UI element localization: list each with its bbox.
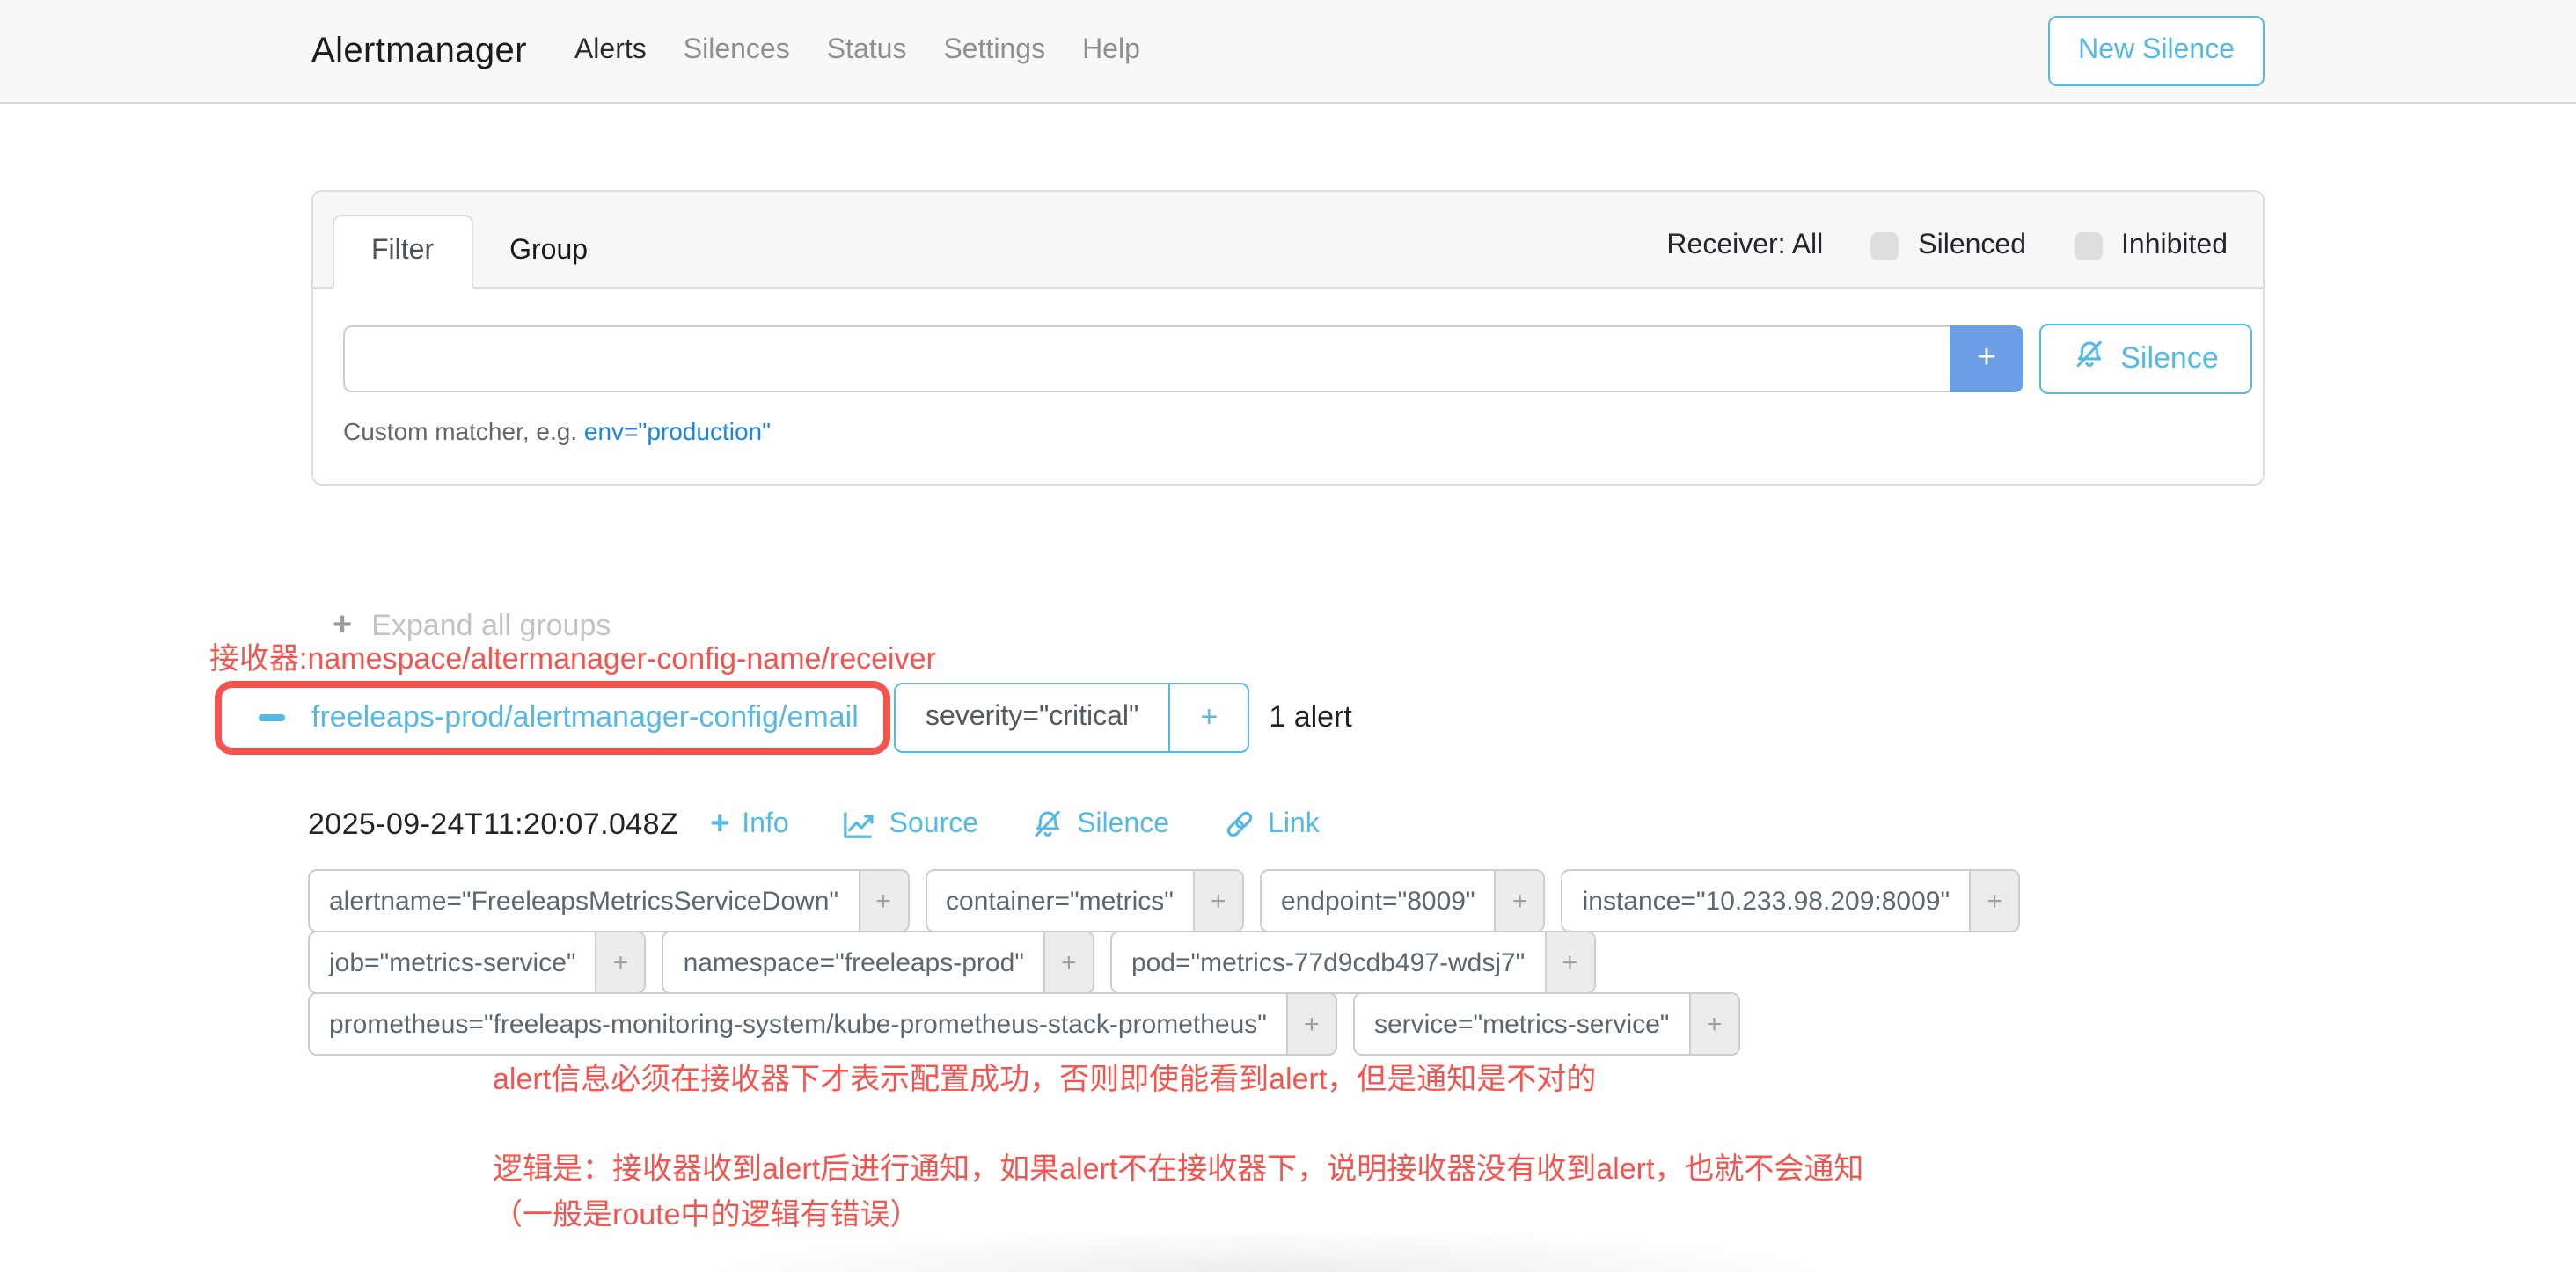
filter-card-header: Filter Group Receiver: All Silenced Inhi… (313, 192, 2263, 289)
hint-text: Custom matcher, e.g. (343, 417, 577, 445)
matcher-row: + Silence (343, 325, 2252, 394)
label-chip-service: service="metrics-service" + (1353, 992, 1740, 1056)
navbar-container: Alertmanager Alerts Silences Status Sett… (311, 16, 2265, 86)
nav-item-status[interactable]: Status (827, 35, 907, 67)
filter-card: Filter Group Receiver: All Silenced Inhi… (311, 190, 2265, 486)
link-icon (1222, 808, 1255, 841)
add-label-filter-button[interactable]: + (858, 871, 907, 931)
label-value: instance="10.233.98.209:8009" (1563, 871, 1970, 931)
label-value: service="metrics-service" (1355, 994, 1689, 1054)
add-label-filter-button[interactable]: + (1495, 871, 1544, 931)
label-value: container="metrics" (926, 871, 1193, 931)
alert-link-link[interactable]: Link (1222, 808, 1320, 841)
collapse-minus-icon[interactable] (259, 714, 285, 722)
alert-timestamp: 2025-09-24T11:20:07.048Z (308, 807, 678, 842)
receiver-group-row: freeleaps-prod/alertmanager-config/email… (215, 681, 1352, 755)
tab-filter[interactable]: Filter (333, 215, 472, 289)
nav-item-settings[interactable]: Settings (943, 35, 1045, 67)
filter-card-body: + Silence Custom matcher, e.g. (313, 289, 2263, 484)
matcher-hint: Custom matcher, e.g. env="production" (343, 417, 2252, 445)
group-matcher-label: severity="critical" (896, 684, 1168, 751)
add-label-filter-button[interactable]: + (1688, 994, 1738, 1054)
label-value: pod="metrics-77d9cdb497-wdsj7" (1112, 932, 1544, 992)
label-value: alertname="FreeleapsMetricsServiceDown" (310, 871, 858, 931)
label-value: endpoint="8009" (1262, 871, 1495, 931)
silence-button-label: Silence (2120, 341, 2219, 376)
receiver-filter[interactable]: Receiver: All (1666, 230, 1823, 261)
plus-icon: + (710, 810, 729, 838)
new-silence-button[interactable]: New Silence (2048, 16, 2265, 86)
source-link-label: Source (889, 808, 978, 840)
label-chip-pod: pod="metrics-77d9cdb497-wdsj7" + (1110, 931, 1595, 994)
app-title: Alertmanager (311, 31, 527, 71)
add-label-filter-button[interactable]: + (596, 932, 645, 992)
add-label-filter-button[interactable]: + (1969, 871, 2018, 931)
chart-line-icon (842, 808, 877, 840)
inhibited-checkbox-label[interactable]: Inhibited (2121, 230, 2228, 261)
add-label-filter-button[interactable]: + (1043, 932, 1093, 992)
alert-silence-link[interactable]: Silence (1031, 808, 1169, 841)
nav-item-alerts[interactable]: Alerts (574, 35, 647, 67)
silenced-checkbox-label[interactable]: Silenced (1918, 230, 2026, 261)
group-matcher-chip: severity="critical" + (894, 683, 1249, 753)
label-chip-instance: instance="10.233.98.209:8009" + (1562, 869, 2021, 932)
receiver-group-link[interactable]: freeleaps-prod/alertmanager-config/email (311, 700, 859, 735)
label-chip-container: container="metrics" + (925, 869, 1244, 932)
label-value: namespace="freeleaps-prod" (664, 932, 1043, 992)
label-chip-namespace: namespace="freeleaps-prod" + (662, 931, 1094, 994)
label-value: job="metrics-service" (310, 932, 596, 992)
add-matcher-button[interactable]: + (1950, 325, 2023, 392)
inhibited-checkbox[interactable] (2074, 231, 2102, 260)
silenced-checkbox[interactable] (1870, 231, 1899, 260)
alert-actions: + Info Source (710, 808, 1320, 841)
annotation-highlight-box: freeleaps-prod/alertmanager-config/email (215, 681, 890, 755)
info-link-label: Info (742, 808, 788, 840)
nav-item-silences[interactable]: Silences (684, 35, 790, 67)
add-label-filter-button[interactable]: + (1544, 932, 1593, 992)
hint-example-link[interactable]: env="production" (584, 417, 771, 445)
alert-labels: alertname="FreeleapsMetricsServiceDown" … (308, 869, 2279, 1054)
filter-options: Receiver: All Silenced Inhibited (1666, 204, 2228, 287)
label-chip-alertname: alertname="FreeleapsMetricsServiceDown" … (308, 869, 909, 932)
nav-item-help[interactable]: Help (1082, 35, 1140, 67)
link-link-label: Link (1268, 808, 1320, 840)
annotation-config-note: alert信息必须在接收器下才表示配置成功，否则即使能看到alert，但是通知是… (493, 1054, 1596, 1098)
label-chip-job: job="metrics-service" + (308, 931, 647, 994)
alert-meta-row: 2025-09-24T11:20:07.048Z + Info Source (308, 802, 1320, 846)
window-shadow (581, 1214, 1953, 1272)
silence-link-label: Silence (1077, 808, 1169, 840)
label-row: job="metrics-service" + namespace="freel… (308, 931, 2279, 994)
label-value: prometheus="freeleaps-monitoring-system/… (310, 994, 1286, 1054)
label-chip-endpoint: endpoint="8009" + (1260, 869, 1546, 932)
bell-slash-icon (1031, 808, 1065, 841)
top-navbar: Alertmanager Alerts Silences Status Sett… (0, 0, 2576, 104)
annotation-logic-line1: 逻辑是：接收器收到alert后进行通知，如果alert不在接收器下，说明接收器没… (493, 1147, 1863, 1192)
add-group-matcher-button[interactable]: + (1168, 684, 1248, 751)
annotation-receiver-note: 接收器:namespace/altermanager-config-name/r… (209, 633, 936, 677)
alert-source-link[interactable]: Source (842, 808, 978, 840)
label-row: alertname="FreeleapsMetricsServiceDown" … (308, 869, 2279, 932)
add-label-filter-button[interactable]: + (1286, 994, 1336, 1054)
silence-from-filter-button[interactable]: Silence (2039, 324, 2252, 394)
tab-group[interactable]: Group (472, 215, 625, 287)
alert-count: 1 alert (1269, 700, 1352, 735)
add-label-filter-button[interactable]: + (1193, 871, 1242, 931)
bell-slash-icon (2073, 338, 2106, 380)
matcher-input[interactable] (343, 325, 1950, 392)
label-chip-prometheus: prometheus="freeleaps-monitoring-system/… (308, 992, 1337, 1056)
label-row: prometheus="freeleaps-monitoring-system/… (308, 992, 2279, 1056)
alert-info-link[interactable]: + Info (710, 808, 789, 840)
screen: Alertmanager Alerts Silences Status Sett… (0, 0, 2576, 1184)
page-content: Filter Group Receiver: All Silenced Inhi… (0, 190, 2576, 1272)
